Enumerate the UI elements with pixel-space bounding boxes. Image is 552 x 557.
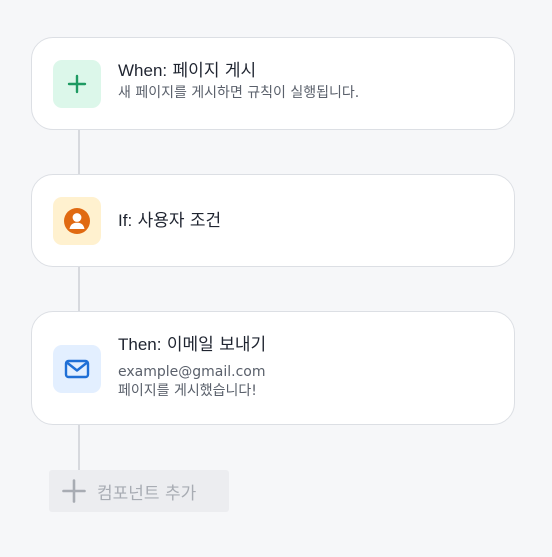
condition-keyword: If: (118, 211, 133, 230)
condition-card[interactable]: If: 사용자 조건 (31, 174, 515, 267)
action-icon-box (53, 345, 101, 393)
action-message: 페이지를 게시했습니다! (118, 383, 257, 399)
action-title: Then: 이메일 보내기 (118, 334, 498, 356)
action-keyword: Then: (118, 335, 162, 354)
plus-icon (61, 478, 87, 504)
condition-icon-box (53, 197, 101, 245)
trigger-title: When: 페이지 게시 (118, 60, 498, 82)
connector-line (78, 267, 80, 311)
trigger-icon-box (53, 60, 101, 108)
add-component-button[interactable]: 컴포넌트 추가 (49, 470, 229, 512)
action-email: example@gmail.com (118, 364, 266, 380)
condition-title: If: 사용자 조건 (118, 210, 498, 232)
action-card[interactable]: Then: 이메일 보내기 example@gmail.com 페이지를 게시했… (31, 311, 515, 425)
plus-icon (67, 74, 87, 94)
action-title-text: 이메일 보내기 (166, 335, 267, 355)
trigger-title-text: 페이지 게시 (172, 61, 257, 81)
user-icon (64, 208, 90, 234)
add-component-label: 컴포넌트 추가 (97, 483, 197, 504)
connector-line (78, 130, 80, 174)
condition-title-text: 사용자 조건 (137, 211, 222, 231)
trigger-keyword: When: (118, 61, 168, 80)
connector-line (78, 425, 80, 471)
trigger-description: 새 페이지를 게시하면 규칙이 실행됩니다. (118, 85, 360, 101)
rule-flow: When: 페이지 게시 새 페이지를 게시하면 규칙이 실행됩니다. If: … (0, 0, 552, 557)
trigger-card[interactable]: When: 페이지 게시 새 페이지를 게시하면 규칙이 실행됩니다. (31, 37, 515, 130)
mail-icon (64, 359, 90, 379)
